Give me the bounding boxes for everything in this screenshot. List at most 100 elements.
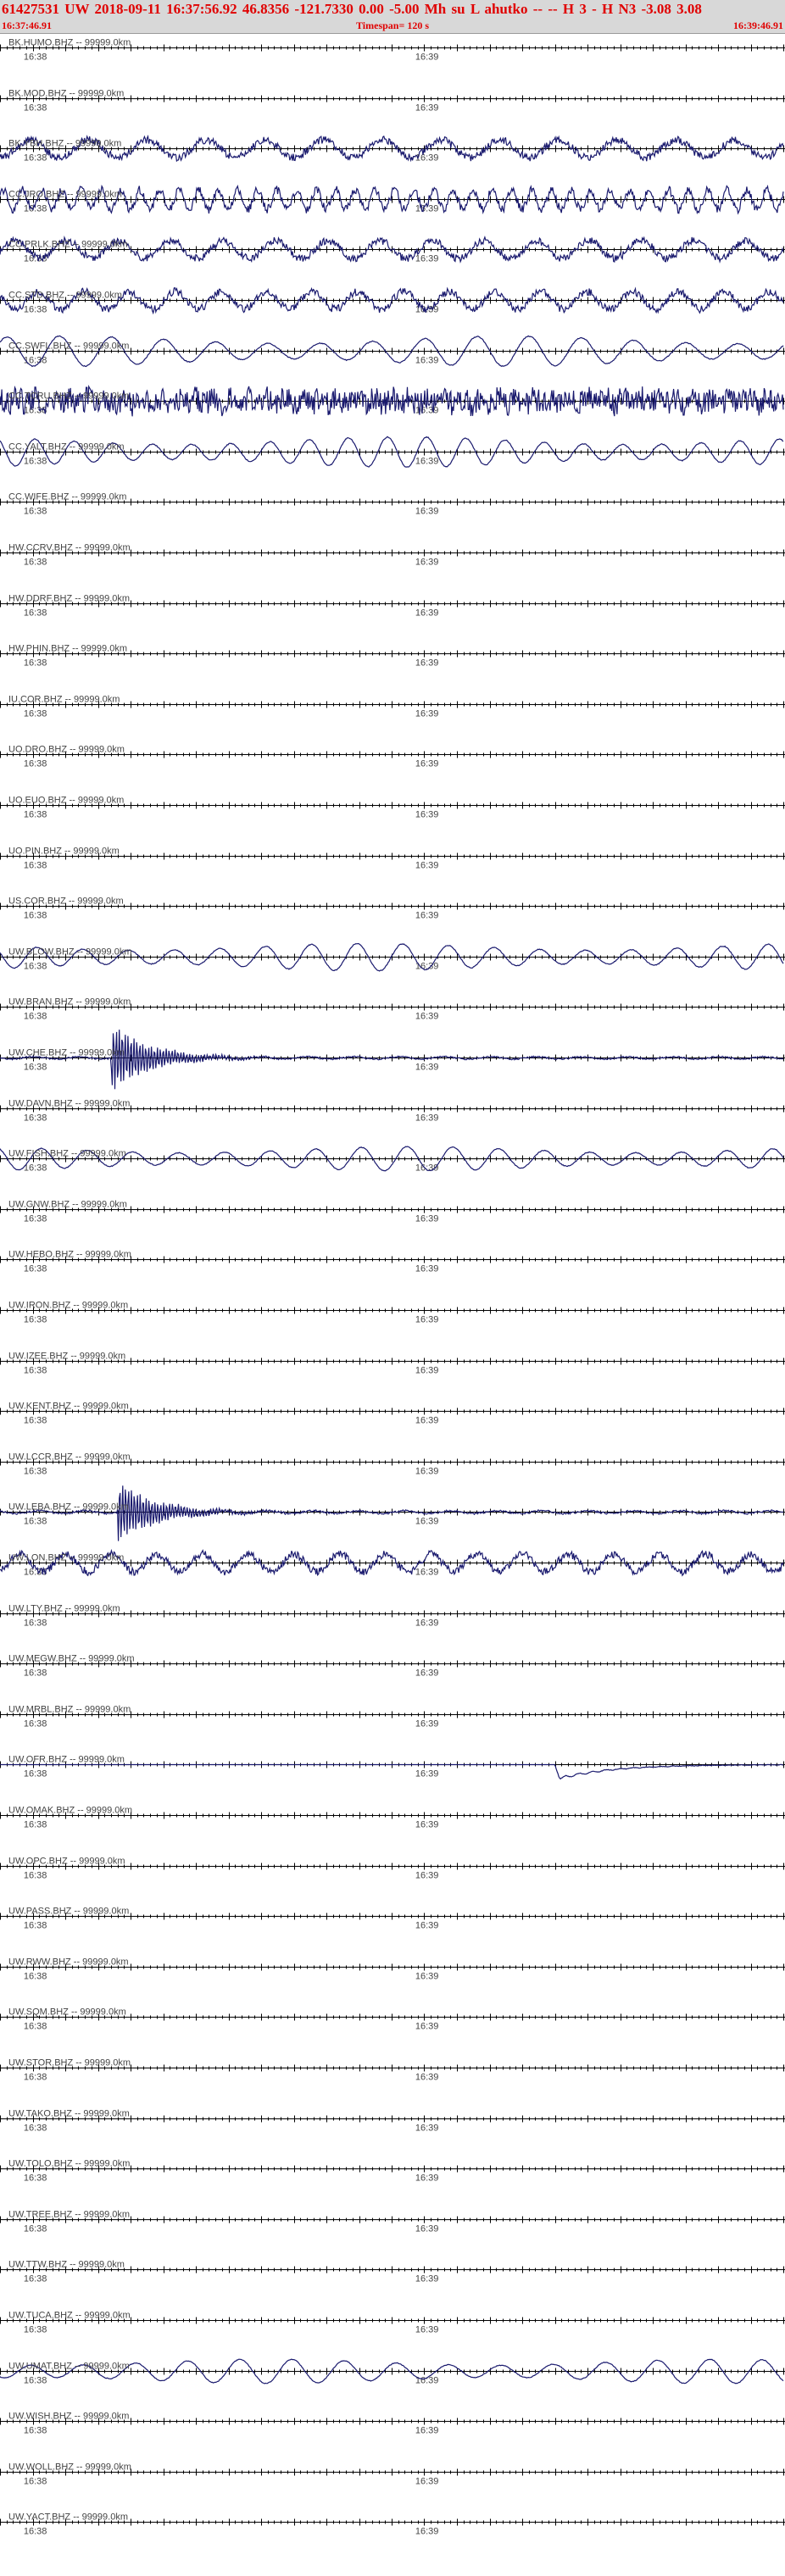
- channel-label: CC.WIFE.BHZ -- 99999.0km: [8, 492, 126, 502]
- minute-tick-label: 16:38: [24, 457, 47, 467]
- minute-tick-label: 16:39: [415, 2174, 439, 2184]
- minute-tick-label: 16:39: [415, 254, 439, 264]
- minute-tick-label: 16:38: [24, 1467, 47, 1477]
- minute-tick-label: 16:38: [24, 1921, 47, 1931]
- channel-label: UW.TREE.BHZ -- 99999.0km: [8, 2210, 130, 2220]
- minute-tick-label: 16:39: [415, 1618, 439, 1629]
- channel-label: HW.DDRF.BHZ -- 99999.0km: [8, 594, 130, 604]
- channel-label: UW.OFR.BHZ -- 99999.0km: [8, 1755, 125, 1765]
- channel-label: UW.CHE.BHZ -- 99999.0km: [8, 1048, 125, 1058]
- minute-tick-label: 16:39: [415, 2426, 439, 2436]
- minute-tick-label: 16:39: [415, 2022, 439, 2032]
- minute-tick-label: 16:38: [24, 2477, 47, 2487]
- minute-tick-label: 16:39: [415, 2527, 439, 2537]
- minute-tick-label: 16:39: [415, 1366, 439, 1376]
- minute-tick-label: 16:38: [24, 1769, 47, 1779]
- minute-tick-label: 16:38: [24, 305, 47, 315]
- channel-label: UW.IZEE.BHZ -- 99999.0km: [8, 1352, 125, 1362]
- channel-label: UW.TTW.BHZ -- 99999.0km: [8, 2260, 125, 2270]
- channel-label: UO.EUO.BHZ -- 99999.0km: [8, 796, 124, 806]
- channel-label: UW.MEGW.BHZ -- 99999.0km: [8, 1654, 135, 1664]
- channel-label: IU.COR.BHZ -- 99999.0km: [8, 695, 120, 705]
- minute-tick-label: 16:38: [24, 1366, 47, 1376]
- channel-label: UW.WISH.BHZ -- 99999.0km: [8, 2412, 129, 2422]
- channel-label: HW.CCRV.BHZ -- 99999.0km: [8, 543, 131, 553]
- minute-tick-label: 16:38: [24, 810, 47, 820]
- minute-tick-label: 16:38: [24, 1972, 47, 1982]
- channel-label: UW.TUCA.BHZ -- 99999.0km: [8, 2311, 131, 2321]
- channel-label: UW.OMAK.BHZ -- 99999.0km: [8, 1806, 132, 1816]
- minute-tick-label: 16:38: [24, 1012, 47, 1022]
- channel-label: US.COR.BHZ -- 99999.0km: [8, 897, 124, 907]
- channel-label: UW.STOR.BHZ -- 99999.0km: [8, 2058, 131, 2068]
- channel-label: UW.YACT.BHZ -- 99999.0km: [8, 2512, 128, 2523]
- minute-tick-label: 16:39: [415, 1719, 439, 1729]
- channel-label: UW.LEBA.BHZ -- 99999.0km: [8, 1502, 129, 1513]
- minute-tick-label: 16:39: [415, 1517, 439, 1527]
- minute-tick-label: 16:38: [24, 1113, 47, 1124]
- minute-tick-label: 16:38: [24, 759, 47, 769]
- minute-tick-label: 16:39: [415, 1769, 439, 1779]
- channel-label: UW.TAKO.BHZ -- 99999.0km: [8, 2109, 130, 2119]
- minute-tick-label: 16:38: [24, 1214, 47, 1224]
- minute-tick-label: 16:39: [415, 1113, 439, 1124]
- minute-tick-label: 16:39: [415, 810, 439, 820]
- minute-tick-label: 16:38: [24, 1264, 47, 1274]
- minute-tick-label: 16:39: [415, 1568, 439, 1578]
- channel-label: UW.WOLL.BHZ -- 99999.0km: [8, 2462, 131, 2473]
- minute-tick-label: 16:38: [24, 2224, 47, 2235]
- channel-label: UO.PIN.BHZ -- 99999.0km: [8, 847, 120, 857]
- minute-tick-label: 16:38: [24, 558, 47, 568]
- channel-label: UW.FISH.BHZ -- 99999.0km: [8, 1149, 126, 1159]
- minute-tick-label: 16:38: [24, 861, 47, 871]
- minute-tick-label: 16:38: [24, 658, 47, 669]
- channel-label: CC.YALT.BHZ -- 99999.0km: [8, 442, 125, 452]
- channel-label: BK.HUMO.BHZ -- 99999.0km: [8, 38, 131, 48]
- seismogram-plot: 16:38 16:39 BK.HUMO.BHZ -- 99999.0km 16:38 1…: [0, 38, 785, 2537]
- minute-tick-label: 16:38: [24, 911, 47, 921]
- minute-tick-label: 16:39: [415, 2224, 439, 2235]
- minute-tick-label: 16:38: [24, 1063, 47, 1073]
- minute-tick-label: 16:39: [415, 2124, 439, 2134]
- minute-tick-label: 16:38: [24, 962, 47, 972]
- channel-label: CC.STD.BHZ -- 99999.0km: [8, 291, 122, 301]
- event-header: 61427531 UW 2018-09-11 16:37:56.92 46.83…: [0, 0, 785, 34]
- minute-tick-label: 16:38: [24, 153, 47, 164]
- minute-tick-label: 16:38: [24, 1163, 47, 1174]
- minute-tick-label: 16:38: [24, 507, 47, 517]
- minute-tick-label: 16:39: [415, 356, 439, 366]
- channel-label: UW.OPC.BHZ -- 99999.0km: [8, 1857, 125, 1867]
- channel-label: UW.DAVN.BHZ -- 99999.0km: [8, 1099, 130, 1109]
- channel-label: UW.LON.BHZ -- 99999.0km: [8, 1553, 124, 1563]
- minute-tick-label: 16:39: [415, 2274, 439, 2285]
- minute-tick-label: 16:39: [415, 103, 439, 114]
- channel-label: UW.RWW.BHZ -- 99999.0km: [8, 1957, 129, 1968]
- minute-tick-label: 16:39: [415, 1214, 439, 1224]
- channel-label: CC.JRO.BHZ -- 99999.0km: [8, 190, 122, 200]
- minute-tick-label: 16:39: [415, 911, 439, 921]
- minute-tick-label: 16:39: [415, 608, 439, 619]
- minute-tick-label: 16:38: [24, 103, 47, 114]
- minute-tick-label: 16:39: [415, 457, 439, 467]
- channel-label: UW.LCCR.BHZ -- 99999.0km: [8, 1452, 131, 1463]
- channel-label: UO.DRO.BHZ -- 99999.0km: [8, 745, 125, 755]
- minute-tick-label: 16:38: [24, 2325, 47, 2335]
- channel-label: UW.BLOW.BHZ -- 99999.0km: [8, 947, 131, 958]
- minute-tick-label: 16:38: [24, 2073, 47, 2083]
- minute-tick-label: 16:39: [415, 1820, 439, 1830]
- channel-label: UW.MRBL.BHZ -- 99999.0km: [8, 1705, 131, 1715]
- minute-tick-label: 16:39: [415, 2477, 439, 2487]
- minute-tick-label: 16:39: [415, 1012, 439, 1022]
- timespan-label: Timespan= 120 s: [356, 19, 429, 31]
- minute-tick-label: 16:39: [415, 861, 439, 871]
- minute-tick-label: 16:39: [415, 1416, 439, 1426]
- channel-label: BK.YBH.BHZ -- 99999.0km: [8, 139, 121, 149]
- minute-tick-label: 16:39: [415, 1467, 439, 1477]
- minute-tick-label: 16:38: [24, 1315, 47, 1325]
- minute-tick-label: 16:39: [415, 1972, 439, 1982]
- minute-tick-label: 16:38: [24, 1668, 47, 1679]
- minute-tick-label: 16:38: [24, 406, 47, 416]
- minute-tick-label: 16:39: [415, 1871, 439, 1881]
- minute-tick-label: 16:38: [24, 2022, 47, 2032]
- minute-tick-label: 16:38: [24, 1719, 47, 1729]
